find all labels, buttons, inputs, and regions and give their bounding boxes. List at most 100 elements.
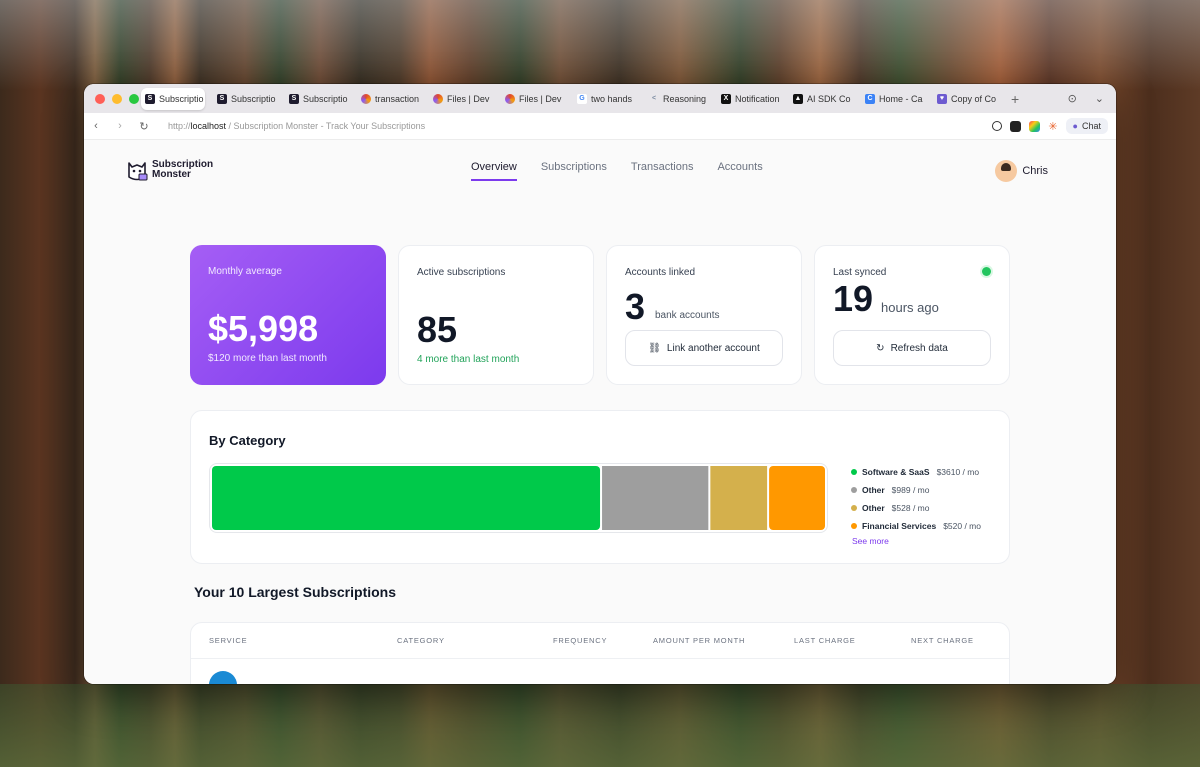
address-bar: ‹ › ↻ http://localhost / Subscription Mo… [84,113,1116,140]
refresh-data-button[interactable]: ↻ Refresh data [833,330,991,366]
browser-tab[interactable]: S Subscriptio [213,88,277,110]
app-logo[interactable]: Subscription Monster [126,158,213,182]
tab-label: Subscriptio [231,93,276,104]
logo-text-line2: Monster [152,169,191,180]
monthly-average-change: $120 more than last month [208,353,327,364]
largest-subscriptions-title: Your 10 Largest Subscriptions [194,584,397,600]
browser-tab[interactable]: X Notification [717,88,781,110]
extension-icon[interactable] [1010,120,1022,132]
forward-button[interactable]: › [108,120,132,132]
extensions: ✳ ● Chat [992,118,1116,134]
last-synced-label: Last synced [833,267,887,278]
back-button[interactable]: ‹ [84,120,108,132]
dev-icon [505,93,515,104]
browser-tab[interactable]: C Home - Ca [861,88,925,110]
browser-tab[interactable]: S Subscriptio [285,88,349,110]
main-nav: Overview Subscriptions Transactions Acco… [471,161,763,181]
legend-dot [851,523,857,529]
tab-label: Home - Ca [879,93,923,104]
legend-amount: $520 / mo [943,521,981,531]
legend-dot [851,487,857,493]
last-synced-card: Last synced 19 hours ago ↻ Refresh data [814,245,1010,385]
table-header: SERVICE CATEGORY FREQUENCY AMOUNT PER MO… [191,623,1009,659]
reload-button[interactable]: ↻ [132,120,156,133]
legend-amount: $528 / mo [891,503,930,513]
app-icon: S [217,93,227,104]
browser-tab[interactable]: Files | Dev [429,88,493,110]
refresh-data-label: Refresh data [890,342,948,354]
user-name: Chris [1022,165,1048,177]
accounts-linked-label: Accounts linked [625,267,696,278]
download-icon[interactable]: ⊙ [1068,92,1077,105]
tab-label: Reasoning [663,93,707,104]
active-subscriptions-value: 85 [417,309,458,350]
column-header[interactable]: SERVICE [209,636,247,645]
browser-tab[interactable]: ♥ Copy of Co [933,88,997,110]
extension-icon[interactable] [992,121,1003,131]
legend-amount: $3610 / mo [936,467,980,477]
tab-label: Copy of Co [951,93,997,104]
monster-logo-icon [128,162,148,181]
category-bar-segment[interactable] [602,466,709,530]
tab-label: Subscriptio [159,93,204,104]
nav-subscriptions[interactable]: Subscriptions [541,161,607,181]
dev-icon [433,93,443,104]
accounts-linked-unit: bank accounts [655,310,720,321]
browser-tab[interactable]: Gtwo hands [573,88,637,110]
legend-name: Financial Services [862,521,937,531]
see-more-link[interactable]: See more [851,536,981,546]
sync-status-dot [982,267,991,276]
column-header[interactable]: NEXT CHARGE [911,636,974,645]
chevron-down-icon[interactable]: ⌄ [1095,92,1104,105]
legend-dot [851,469,857,475]
by-category-title: By Category [209,433,286,448]
user-menu[interactable]: Chris [995,160,1048,182]
heart-icon: ♥ [937,93,947,104]
triangle-icon: ▲ [793,93,803,104]
column-header[interactable]: AMOUNT PER MONTH [653,636,745,645]
column-header[interactable]: LAST CHARGE [794,636,856,645]
app-icon: S [145,93,155,104]
category-bar-chart [209,463,828,533]
legend-item: Other $989 / mo [851,481,981,499]
dev-icon [361,93,371,104]
link-account-button[interactable]: ⛓ Link another account [625,330,783,366]
extension-icon[interactable] [1029,120,1041,132]
link-icon: ⛓ [648,342,661,354]
category-bar-segment[interactable] [710,466,768,530]
tab-label: two hands [591,93,633,104]
monthly-average-card: Monthly average $5,998 $120 more than la… [190,245,386,385]
browser-tab[interactable]: Files | Dev [501,88,565,110]
column-header[interactable]: CATEGORY [397,636,445,645]
extension-icon[interactable]: ✳ [1048,120,1057,133]
browser-tab[interactable]: transaction [357,88,421,110]
column-header[interactable]: FREQUENCY [553,636,607,645]
google-icon: G [577,93,587,104]
category-bar-segment[interactable] [769,466,825,530]
nav-transactions[interactable]: Transactions [631,161,694,181]
browser-tab[interactable]: S Subscriptio [141,87,205,110]
tab-strip: S Subscriptio S Subscriptio S Subscriptio tran… [141,84,1005,113]
legend-amount: $989 / mo [891,485,930,495]
desktop-sky [0,0,1200,90]
tab-label: Files | Dev [519,93,562,104]
category-bar-segment[interactable] [212,466,601,530]
close-window-button[interactable] [95,93,105,104]
service-icon [209,671,237,684]
chat-button[interactable]: ● Chat [1065,118,1108,134]
nav-accounts[interactable]: Accounts [717,161,762,181]
tab-bar: S Subscriptio S Subscriptio S Subscriptio tran… [84,84,1116,113]
legend-name: Other [862,485,885,495]
minimize-window-button[interactable] [112,93,122,104]
tab-label: transaction [375,93,420,104]
chevron-icon: < [651,95,657,102]
legend-item: Financial Services $520 / mo [851,517,981,535]
nav-overview[interactable]: Overview [471,161,517,181]
browser-tab[interactable]: ▲ AI SDK Co [789,88,853,110]
new-tab-button[interactable]: + [1011,91,1019,107]
refresh-icon: ↻ [876,342,885,354]
desktop-ground [0,684,1200,767]
zoom-window-button[interactable] [129,93,139,104]
url-field[interactable]: http://localhost / Subscription Monster … [168,121,425,131]
browser-tab[interactable]: < Reasoning [645,88,709,110]
